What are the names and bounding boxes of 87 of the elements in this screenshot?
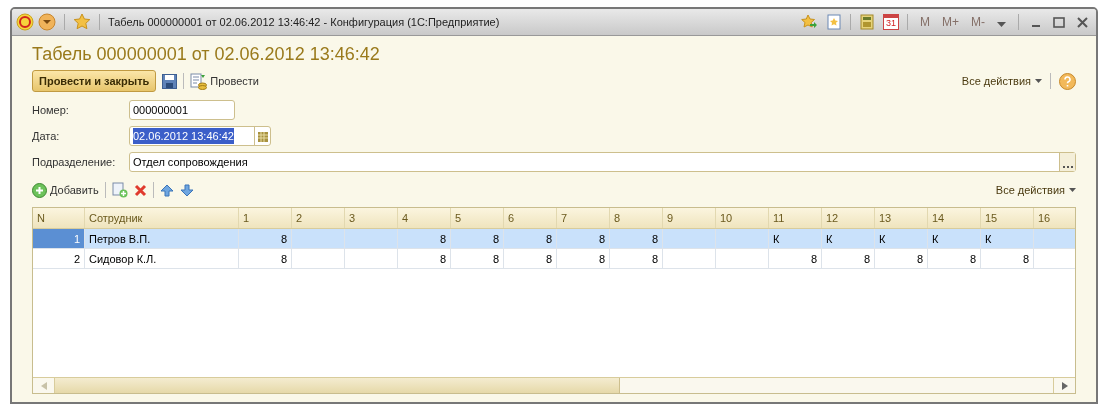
caret-icon	[1069, 188, 1076, 192]
maximize-icon[interactable]	[1053, 16, 1065, 28]
field-value: 02.06.2012 13:46:42	[133, 127, 234, 145]
post-and-close-button[interactable]: Провести и закрыть	[32, 70, 157, 92]
table-all-actions-menu[interactable]: Все действия	[995, 181, 1076, 199]
table-row[interactable]: 1 Петров В.П. 8 8 8 8 8 8 К К К К К	[33, 229, 1075, 249]
column-header[interactable]: 3	[345, 208, 398, 228]
column-header[interactable]: 1	[239, 208, 292, 228]
table-cell: 8	[439, 233, 446, 245]
table-cell: 8	[545, 233, 552, 245]
column-header[interactable]: 8	[610, 208, 663, 228]
save-icon[interactable]	[162, 73, 178, 89]
table-cell: 8	[439, 253, 446, 265]
table-cell: 8	[280, 233, 287, 245]
column-header[interactable]: 16	[1034, 208, 1075, 228]
table-cell: 8	[280, 253, 287, 265]
table-cell: Сидовор К.Л.	[85, 249, 239, 268]
column-header[interactable]: Сотрудник	[85, 208, 239, 228]
dropdown-arrow-icon[interactable]	[997, 21, 1006, 27]
table-cell: Петров В.П.	[85, 229, 239, 248]
table-cell: 8	[969, 253, 976, 265]
move-up-icon[interactable]	[159, 183, 174, 197]
table-cell: К	[773, 233, 780, 245]
table-cell: 8	[863, 253, 870, 265]
column-header[interactable]: 15	[981, 208, 1034, 228]
table-cell: К	[879, 233, 886, 245]
row-number-cell: 2	[33, 249, 85, 268]
dropdown-circle-icon[interactable]	[38, 13, 56, 31]
plus-circle-icon	[32, 182, 47, 198]
table-row[interactable]: 2 Сидовор К.Л. 8 8 8 8 8 8 8 8 8 8 8	[33, 249, 1075, 269]
calendar-grid-icon[interactable]	[257, 130, 268, 142]
column-header[interactable]: 12	[822, 208, 875, 228]
window-title: Табель 000000001 от 02.06.2012 13:46:42 - Конфигурация (1С:Предприятие)	[108, 14, 500, 30]
field-value: Отдел сопровождения	[133, 154, 248, 170]
star-icon[interactable]	[73, 13, 91, 31]
table-cell: 8	[651, 233, 658, 245]
column-header[interactable]: 2	[292, 208, 345, 228]
delete-icon[interactable]	[133, 183, 147, 197]
field-value: 000000001	[133, 102, 189, 118]
calendar-icon[interactable]: 31	[883, 14, 899, 30]
column-header[interactable]: 7	[557, 208, 610, 228]
select-button[interactable]	[1059, 153, 1075, 171]
field-label: Дата:	[32, 128, 61, 144]
caret-icon	[1035, 79, 1042, 83]
document-heading: Табель 000000001 от 02.06.2012 13:46:42	[32, 43, 381, 66]
table-cell: 8	[492, 253, 499, 265]
move-down-icon[interactable]	[179, 183, 194, 197]
column-header[interactable]: N	[33, 208, 85, 228]
horizontal-scrollbar[interactable]	[33, 377, 1075, 393]
column-header[interactable]: 4	[398, 208, 451, 228]
table-cell: 8	[545, 253, 552, 265]
close-icon[interactable]	[1077, 16, 1088, 28]
input-field[interactable]: Отдел сопровождения	[129, 152, 1076, 172]
date-field[interactable]: 02.06.2012 13:46:42	[129, 126, 271, 146]
field-label: Подразделение:	[32, 154, 117, 170]
scroll-right-icon[interactable]	[1061, 381, 1068, 390]
table-cell: К	[932, 233, 939, 245]
help-icon[interactable]	[1059, 72, 1076, 90]
table-cell: 8	[598, 253, 605, 265]
app-logo-icon[interactable]	[16, 13, 34, 31]
column-header[interactable]: 14	[928, 208, 981, 228]
all-actions-menu[interactable]: Все действия	[961, 72, 1042, 90]
table-cell: 8	[1022, 253, 1029, 265]
add-button[interactable]: Добавить	[32, 181, 99, 199]
calculator-icon[interactable]	[859, 14, 875, 30]
table-cell: К	[826, 233, 833, 245]
column-header[interactable]: 9	[663, 208, 716, 228]
column-header[interactable]: 6	[504, 208, 557, 228]
column-header[interactable]: 13	[875, 208, 928, 228]
table-cell: 8	[916, 253, 923, 265]
table-cell: 8	[810, 253, 817, 265]
bookmark-page-icon[interactable]	[826, 14, 842, 30]
column-header[interactable]: 5	[451, 208, 504, 228]
field-label: Номер:	[32, 102, 70, 118]
post-button[interactable]: Провести	[190, 72, 259, 90]
column-header[interactable]: 11	[769, 208, 822, 228]
column-header[interactable]: 10	[716, 208, 769, 228]
table-cell: К	[985, 233, 992, 245]
table-cell: 8	[651, 253, 658, 265]
document-coins-icon	[190, 72, 208, 90]
input-field[interactable]: 000000001	[129, 100, 235, 120]
table-cell: 8	[598, 233, 605, 245]
scrollbar-thumb[interactable]	[55, 378, 620, 393]
row-number-cell: 1	[33, 229, 85, 248]
copy-add-icon[interactable]	[111, 182, 128, 198]
star-arrow-icon[interactable]	[800, 14, 818, 30]
table-cell: 8	[492, 233, 499, 245]
